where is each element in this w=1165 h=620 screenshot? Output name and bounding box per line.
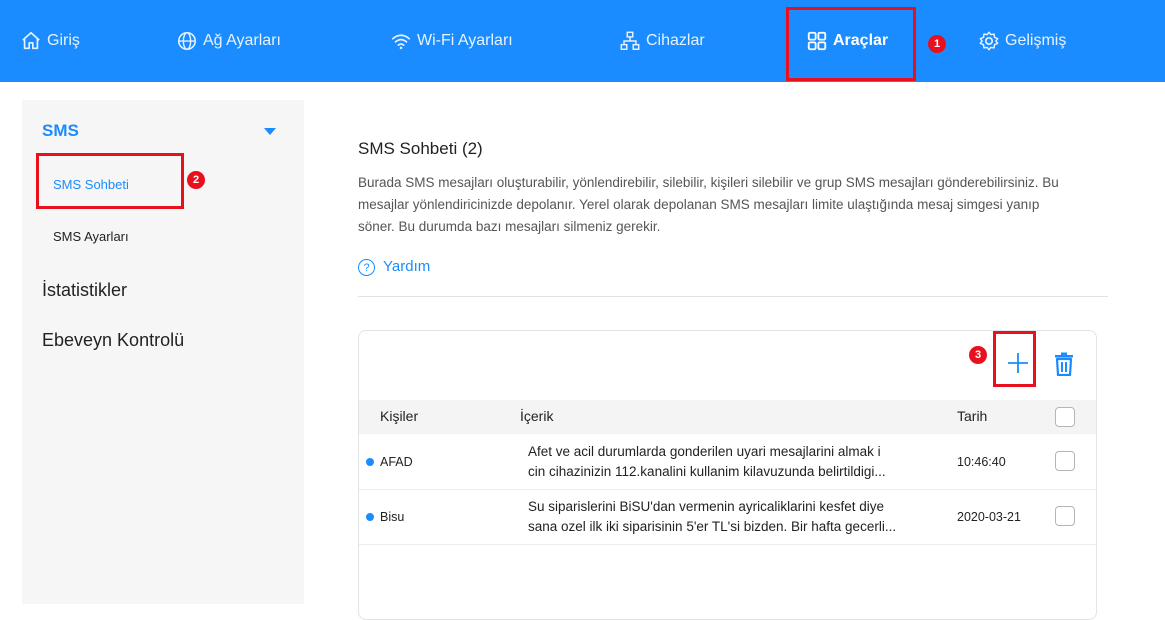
row-content-line1: Su siparislerini BiSU'dan vermenin ayric… xyxy=(528,499,884,514)
row-content-line2: sana ozel ilk iki siparisinin 5'er TL'si… xyxy=(528,519,897,534)
top-navigation: Giriş Ağ Ayarları Wi-Fi Ayarları Cihazla… xyxy=(0,0,1165,82)
nav-advanced[interactable]: Gelişmiş xyxy=(978,26,1066,56)
row-content-line2: cin cihazinizin 112.kanalini kullanim ki… xyxy=(528,464,886,479)
row-divider xyxy=(359,489,1096,490)
header-content: İçerik xyxy=(520,408,554,424)
divider xyxy=(358,296,1108,297)
row-date: 2020-03-21 xyxy=(957,510,1021,524)
row-checkbox[interactable] xyxy=(1055,506,1075,526)
trash-icon[interactable] xyxy=(1054,352,1074,376)
unread-dot-icon xyxy=(366,513,374,521)
row-divider xyxy=(359,544,1096,545)
sidebar-item-sms-settings[interactable]: SMS Ayarları xyxy=(53,229,129,244)
header-contacts: Kişiler xyxy=(380,408,419,424)
highlight-box-tools xyxy=(786,7,916,81)
row-checkbox[interactable] xyxy=(1055,451,1075,471)
nav-home[interactable]: Giriş xyxy=(20,26,80,56)
row-contact: Bisu xyxy=(380,510,405,524)
row-date: 10:46:40 xyxy=(957,455,1006,469)
select-all-checkbox[interactable] xyxy=(1055,407,1075,427)
unread-dot-icon xyxy=(366,458,374,466)
row-content: Afet ve acil durumlarda gonderilen uyari… xyxy=(528,442,936,482)
nav-wifi-label: Wi-Fi Ayarları xyxy=(417,32,513,49)
highlight-box-sms-chat xyxy=(36,153,184,209)
sidebar-item-sms[interactable]: SMS xyxy=(42,121,79,141)
row-content-line1: Afet ve acil durumlarda gonderilen uyari… xyxy=(528,444,881,459)
nav-devices-label: Cihazlar xyxy=(646,32,705,49)
home-icon xyxy=(22,31,40,50)
header-date: Tarih xyxy=(957,408,988,424)
row-contact: AFAD xyxy=(380,455,413,469)
row-content: Su siparislerini BiSU'dan vermenin ayric… xyxy=(528,497,936,537)
help-link[interactable]: ? Yardım xyxy=(358,257,430,276)
page-description: Burada SMS mesajları oluşturabilir, yönl… xyxy=(358,175,1059,234)
sidebar-item-statistics[interactable]: İstatistikler xyxy=(42,280,127,301)
globe-icon xyxy=(177,31,197,51)
sidebar-item-parental-control[interactable]: Ebeveyn Kontrolü xyxy=(42,330,184,351)
devices-icon xyxy=(620,31,640,50)
nav-advanced-label: Gelişmiş xyxy=(1005,32,1067,49)
page-title: SMS Sohbeti (2) xyxy=(358,139,483,158)
caret-down-icon[interactable] xyxy=(264,128,276,135)
nav-home-label: Giriş xyxy=(47,32,80,49)
step-badge-3: 3 xyxy=(969,346,987,364)
nav-network-label: Ağ Ayarları xyxy=(203,32,281,49)
nav-wifi-settings[interactable]: Wi-Fi Ayarları xyxy=(390,26,513,56)
step-badge-1: 1 xyxy=(928,35,946,53)
nav-network-settings[interactable]: Ağ Ayarları xyxy=(176,26,281,56)
gear-icon xyxy=(979,31,999,51)
wifi-icon xyxy=(391,34,411,50)
step-badge-2: 2 xyxy=(187,171,205,189)
help-link-label: Yardım xyxy=(383,258,431,275)
help-icon: ? xyxy=(358,259,375,276)
nav-devices[interactable]: Cihazlar xyxy=(619,26,705,56)
highlight-box-add xyxy=(993,331,1036,387)
